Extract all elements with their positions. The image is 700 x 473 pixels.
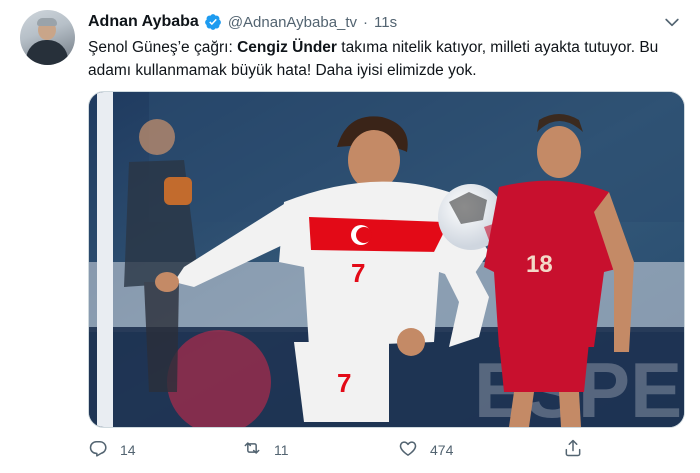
like-count: 474 [430,442,454,458]
tweet-header: Adnan Aybaba @AdnanAybaba_tv · 11s [88,11,397,33]
football-photo: ESPE 7 [89,92,684,427]
tweet[interactable]: Adnan Aybaba @AdnanAybaba_tv · 11s Şenol… [0,0,700,473]
jersey-number-main: 7 [351,258,365,288]
author-name[interactable]: Adnan Aybaba [88,13,199,31]
tweet-photo[interactable]: ESPE 7 [88,91,685,428]
reply-button[interactable]: 14 [88,438,136,462]
tweet-actions: 14 11 474 [88,438,608,462]
author-handle[interactable]: @AdnanAybaba_tv [228,14,357,31]
tweet-text-bold[interactable]: Cengiz Ünder [237,39,337,56]
jersey-number-opponent: 18 [526,251,553,278]
avatar-hair [37,18,57,26]
avatar-body [26,40,68,65]
header-separator: · [363,13,369,31]
shorts-number: 7 [337,368,351,398]
reply-icon [88,438,108,463]
avatar[interactable] [20,10,75,65]
caret-down-icon[interactable] [662,12,682,32]
retweet-icon [242,438,262,463]
goal-post [97,92,113,427]
retweet-count: 11 [274,442,289,458]
verified-icon [204,13,222,31]
jersey-stripe [309,217,444,252]
retweet-button[interactable]: 11 [242,438,289,462]
share-button[interactable] [563,438,583,462]
like-icon [398,438,418,463]
share-icon [563,438,583,463]
tweet-text-part1: Şenol Güneş’e çağrı: [88,39,238,56]
tweet-time[interactable]: 11s [374,14,397,31]
like-button[interactable]: 474 [398,438,453,462]
tweet-text: Şenol Güneş’e çağrı: Cengiz Ünder takıma… [88,36,673,82]
reply-count: 14 [120,442,136,458]
